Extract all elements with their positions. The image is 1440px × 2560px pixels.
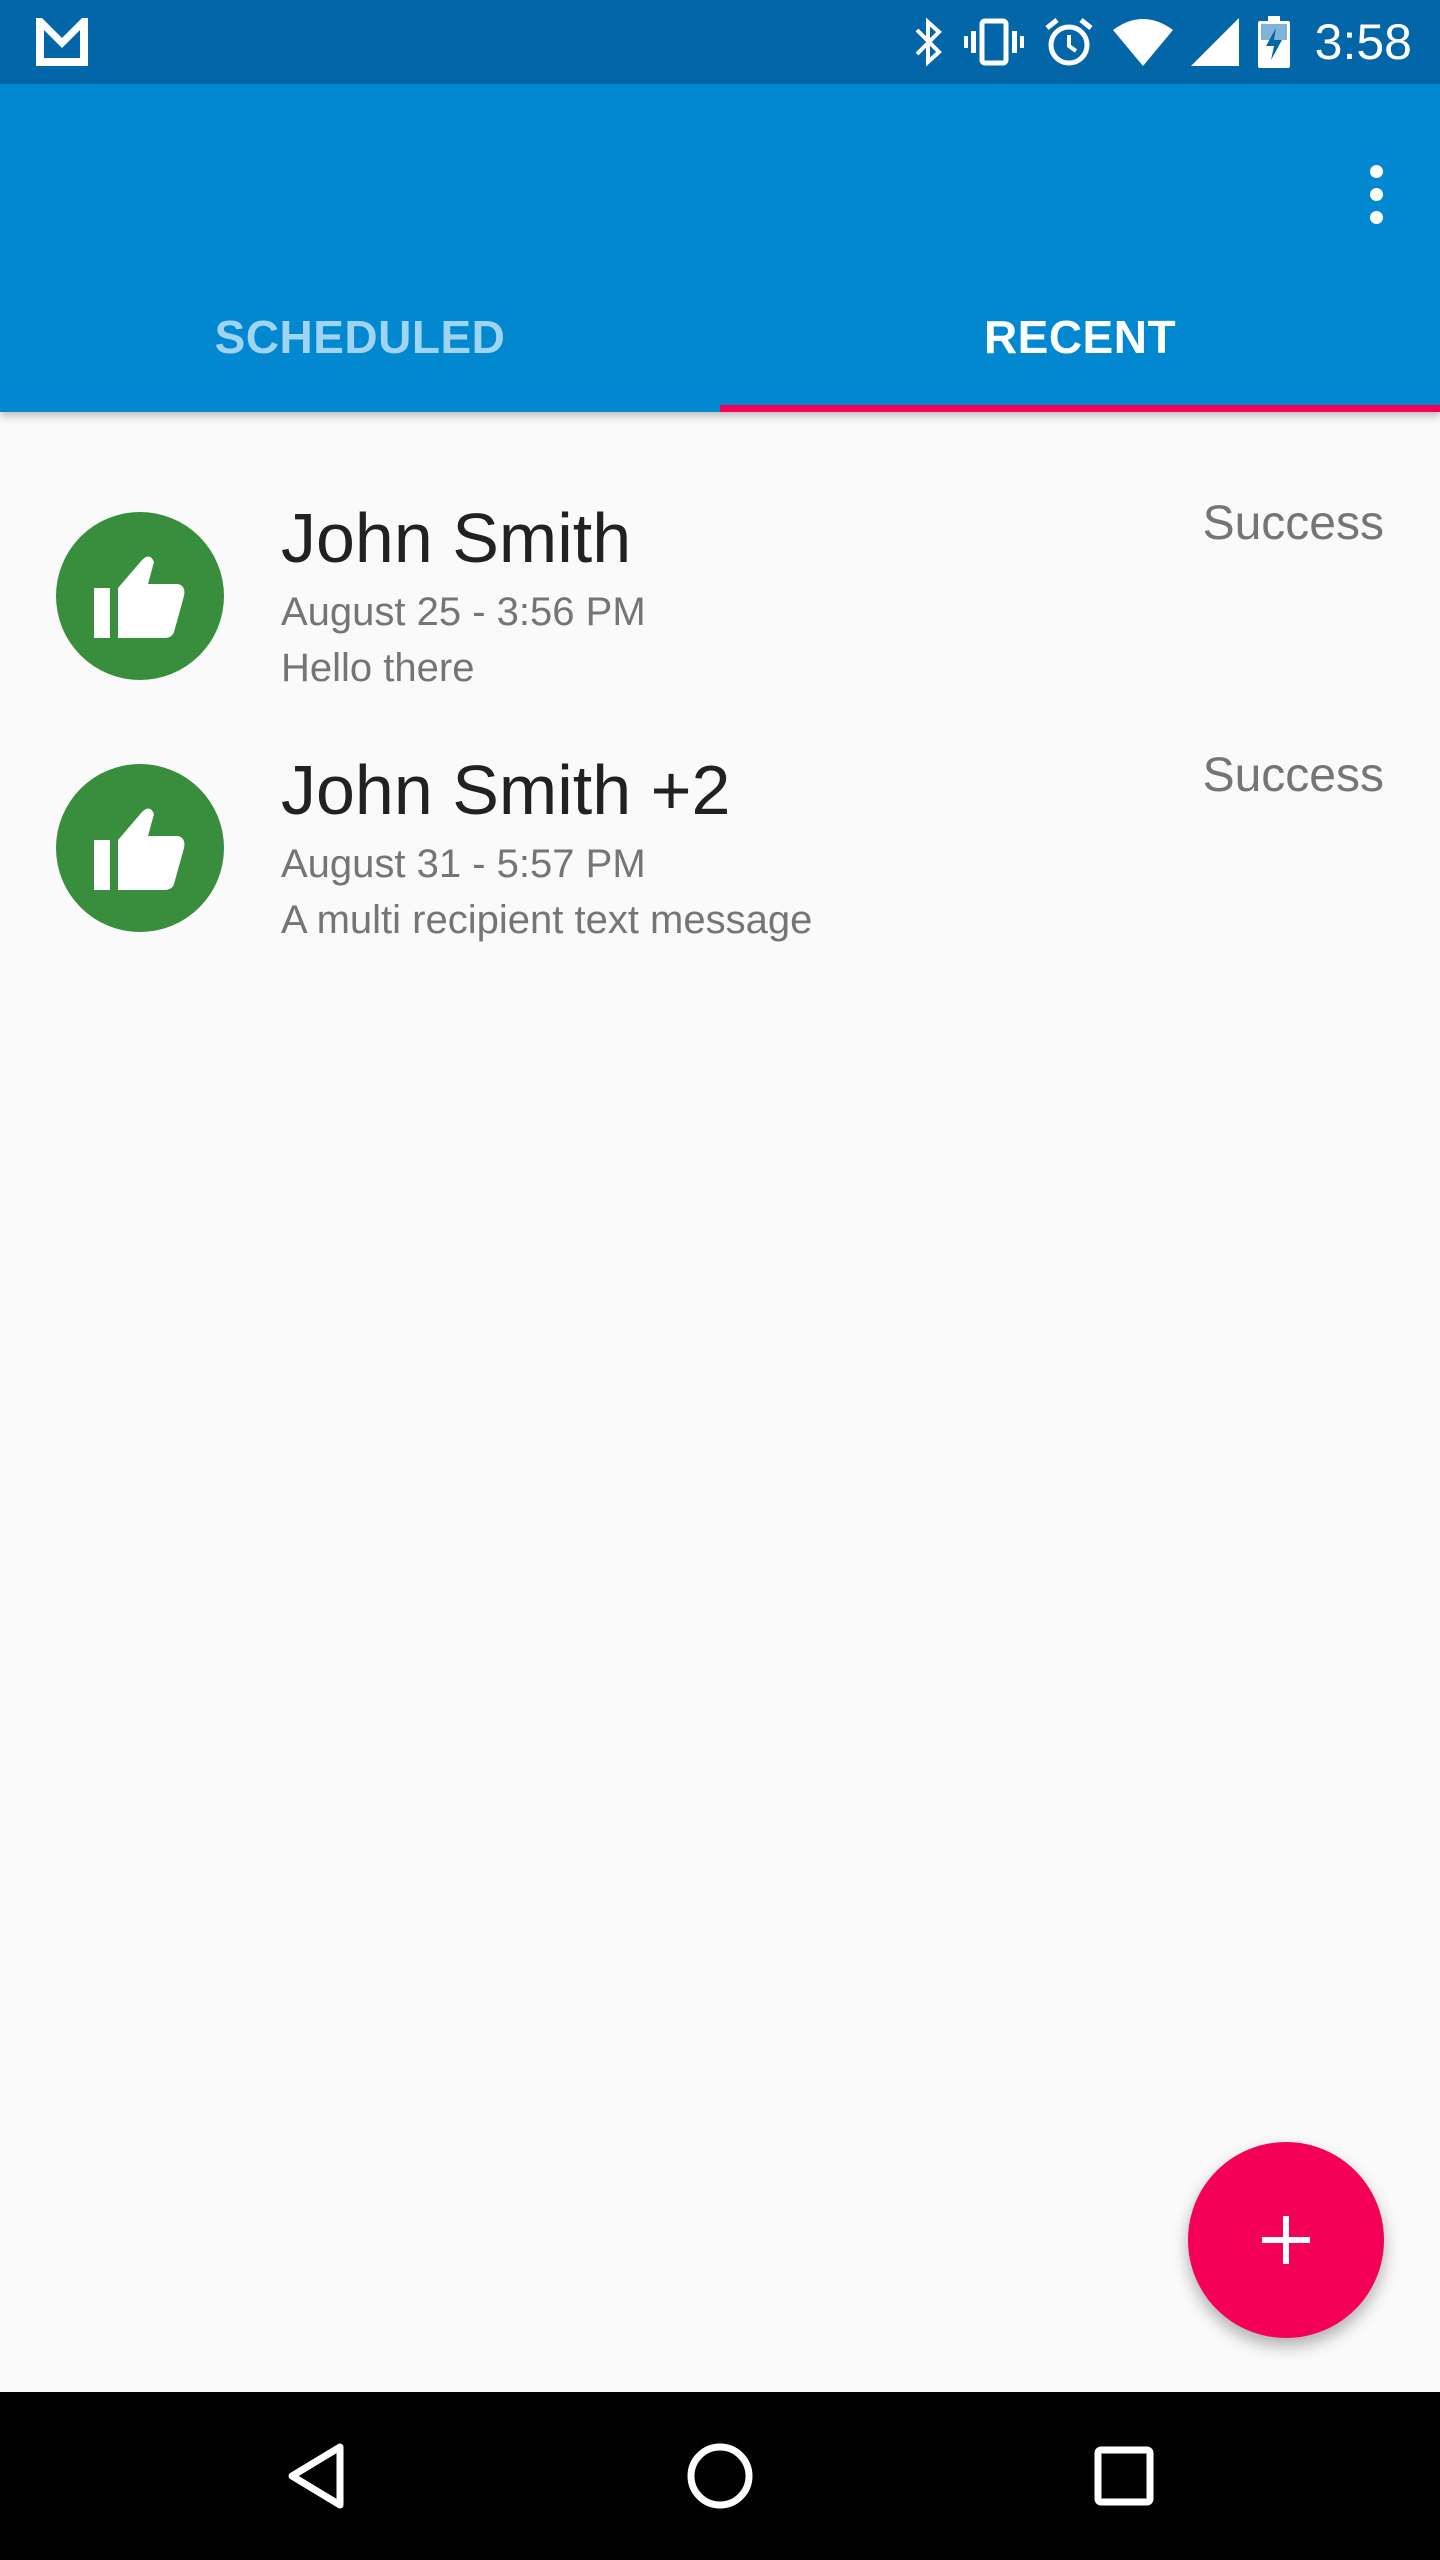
navigation-bar xyxy=(0,2392,1440,2560)
tab-indicator xyxy=(720,405,1440,412)
back-icon xyxy=(288,2443,344,2509)
tab-recent-label: RECENT xyxy=(983,311,1177,363)
gmail-icon xyxy=(36,18,88,66)
message-list: John Smith August 25 - 3:56 PM Hello the… xyxy=(0,460,1440,964)
status-icons: 3:58 xyxy=(913,0,1412,84)
status-label: Success xyxy=(1202,497,1384,550)
signal-icon xyxy=(1190,18,1239,66)
tab-bar: SCHEDULED RECENT xyxy=(0,262,1440,412)
alarm-icon xyxy=(1045,18,1093,66)
plus-icon xyxy=(1262,2216,1310,2264)
recents-button[interactable] xyxy=(1074,2426,1174,2526)
wifi-icon xyxy=(1112,19,1173,66)
thumbs-up-icon xyxy=(94,556,185,638)
recents-icon xyxy=(1094,2446,1154,2506)
tab-recent[interactable]: RECENT xyxy=(720,262,1440,412)
bluetooth-icon xyxy=(915,17,942,67)
status-time: 3:58 xyxy=(1314,14,1412,70)
message-date: August 25 - 3:56 PM xyxy=(281,590,646,634)
list-item[interactable]: John Smith August 25 - 3:56 PM Hello the… xyxy=(0,460,1440,712)
home-icon xyxy=(687,2443,753,2509)
app-bar: SCHEDULED RECENT xyxy=(0,84,1440,412)
vibrate-icon xyxy=(963,18,1024,66)
recipient-name: John Smith +2 xyxy=(281,751,731,829)
tab-scheduled[interactable]: SCHEDULED xyxy=(0,262,720,412)
add-message-button[interactable] xyxy=(1188,2142,1384,2338)
list-item[interactable]: John Smith +2 August 31 - 5:57 PM A mult… xyxy=(0,712,1440,964)
status-label: Success xyxy=(1202,749,1384,802)
avatar xyxy=(56,512,224,680)
thumbs-up-icon xyxy=(94,808,185,890)
status-bar: 3:58 xyxy=(0,0,1440,84)
tab-scheduled-label: SCHEDULED xyxy=(214,311,506,363)
message-preview: Hello there xyxy=(281,646,475,690)
message-date: August 31 - 5:57 PM xyxy=(281,842,646,886)
back-button[interactable] xyxy=(266,2426,366,2526)
home-button[interactable] xyxy=(670,2426,770,2526)
message-preview: A multi recipient text message xyxy=(281,898,813,942)
more-vert-icon[interactable] xyxy=(1346,144,1406,244)
battery-charging-icon xyxy=(1257,16,1290,68)
avatar xyxy=(56,764,224,932)
recipient-name: John Smith xyxy=(281,499,632,577)
